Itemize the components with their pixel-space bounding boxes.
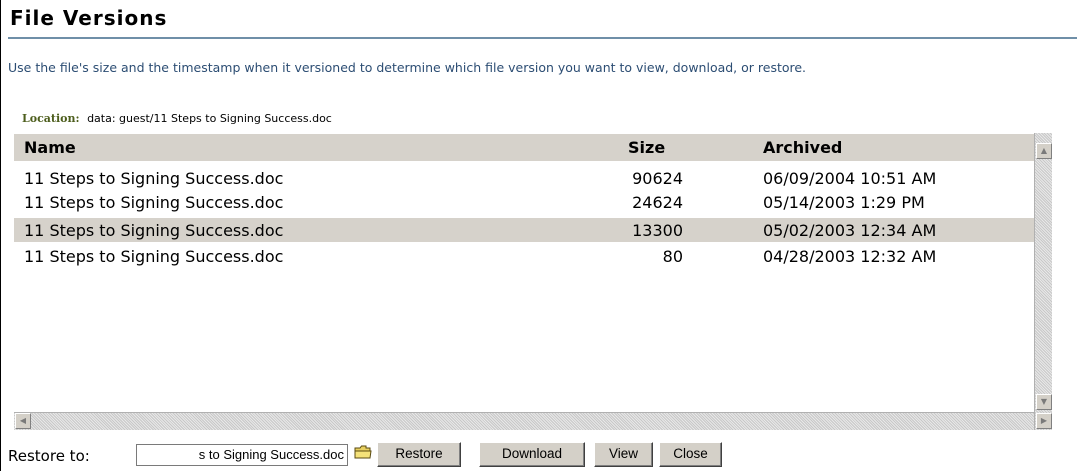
file-name: 11 Steps to Signing Success.doc xyxy=(24,169,284,188)
column-header-archived[interactable]: Archived xyxy=(763,138,842,157)
list-item[interactable]: 11 Steps to Signing Success.doc 24624 05… xyxy=(14,190,1034,214)
list-item[interactable]: 11 Steps to Signing Success.doc 80 04/28… xyxy=(14,244,1034,268)
file-size: 24624 xyxy=(632,193,683,212)
restore-path-input[interactable]: s to Signing Success.doc xyxy=(136,444,348,466)
view-button[interactable]: View xyxy=(594,442,653,467)
file-name: 11 Steps to Signing Success.doc xyxy=(24,193,284,212)
instructions-text: Use the file's size and the timestamp wh… xyxy=(8,60,807,75)
location-line: Location: data: guest/11 Steps to Signin… xyxy=(22,112,332,125)
archived-date: 05/02/2003 12:34 AM xyxy=(763,221,937,240)
archived-date: 05/14/2003 1:29 PM xyxy=(763,193,925,212)
list-header: Name Size Archived xyxy=(14,134,1034,161)
horizontal-scrollbar[interactable]: ◀ xyxy=(14,412,1034,430)
arrow-left-icon[interactable]: ◀ xyxy=(15,413,31,429)
versions-list[interactable]: Name Size Archived 11 Steps to Signing S… xyxy=(14,133,1077,430)
left-border xyxy=(0,0,1,471)
archived-date: 04/28/2003 12:32 AM xyxy=(763,247,937,266)
title-divider xyxy=(8,37,1077,39)
arrow-down-icon[interactable]: ▼ xyxy=(1036,394,1052,410)
download-button[interactable]: Download xyxy=(479,442,585,467)
arrow-right-icon[interactable]: ▶ xyxy=(1036,413,1052,429)
file-size: 90624 xyxy=(632,169,683,188)
location-label: Location: xyxy=(22,112,80,125)
vertical-scrollbar[interactable]: ▲ ▼ ▶ xyxy=(1034,133,1052,430)
file-name: 11 Steps to Signing Success.doc xyxy=(24,247,284,266)
folder-icon[interactable] xyxy=(354,445,372,459)
file-name: 11 Steps to Signing Success.doc xyxy=(24,221,284,240)
column-header-name[interactable]: Name xyxy=(24,138,76,157)
restore-bar: Restore to: s to Signing Success.doc Res… xyxy=(8,440,1068,468)
page-title: File Versions xyxy=(10,6,168,30)
restore-button[interactable]: Restore xyxy=(377,442,461,467)
restore-to-label: Restore to: xyxy=(8,447,90,465)
archived-date: 06/09/2004 10:51 AM xyxy=(763,169,937,188)
close-button[interactable]: Close xyxy=(659,442,722,467)
arrow-up-icon[interactable]: ▲ xyxy=(1036,143,1052,159)
file-size: 13300 xyxy=(632,221,683,240)
column-header-size[interactable]: Size xyxy=(628,138,665,157)
list-item[interactable]: 11 Steps to Signing Success.doc 90624 06… xyxy=(14,166,1034,190)
location-path: data: guest/11 Steps to Signing Success.… xyxy=(87,112,332,125)
file-size: 80 xyxy=(662,247,683,266)
list-item[interactable]: 11 Steps to Signing Success.doc 13300 05… xyxy=(14,218,1034,242)
